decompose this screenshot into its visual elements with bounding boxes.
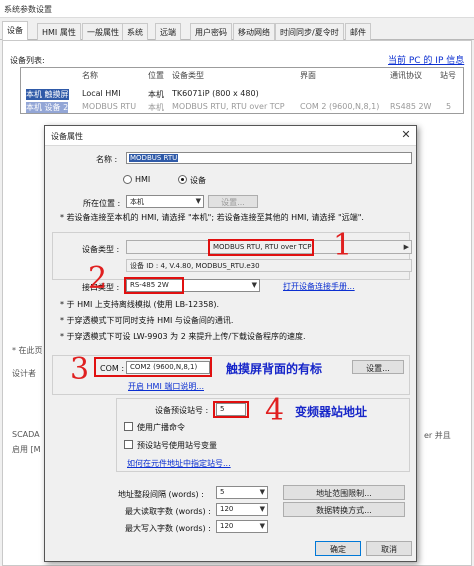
annotation-number-4: 4	[265, 393, 285, 428]
annotation-station-note: 变频器站地址	[295, 405, 368, 419]
tab-device[interactable]: 设备	[2, 21, 28, 41]
tab-time-sync[interactable]: 时间同步/夏令时	[275, 23, 344, 40]
header-device-type: 设备类型	[172, 71, 204, 80]
header-protocol: 通讯协议	[390, 71, 422, 80]
close-icon[interactable]: ✕	[398, 127, 414, 143]
window-titlebar: 系统参数设置	[0, 0, 474, 18]
broadcast-checkbox[interactable]	[124, 422, 133, 431]
location-settings-button[interactable]: 设置...	[208, 195, 258, 208]
radio-hmi-label: HMI	[135, 175, 151, 184]
dialog-title: 设备属性	[51, 132, 83, 141]
bg-enable: 启用 [M	[12, 445, 41, 454]
radio-device-label: 设备	[190, 176, 206, 185]
highlight-station	[213, 401, 249, 418]
row-name: Local HMI	[82, 89, 121, 98]
device-type-label: 设备类型 :	[82, 245, 120, 254]
highlight-device-type	[208, 239, 314, 256]
device-list-label: 设备列表:	[10, 56, 45, 65]
name-field[interactable]: MODBUS RTU	[126, 152, 412, 164]
window-title: 系统参数设置	[4, 5, 52, 14]
station-var-label: 预设站号使用站号变量	[137, 441, 217, 450]
tab-email[interactable]: 邮件	[345, 23, 371, 40]
highlight-com	[94, 357, 212, 377]
chevron-down-icon: ▼	[251, 281, 257, 289]
chevron-down-icon: ▼	[259, 488, 265, 496]
tab-password[interactable]: 用户密码	[190, 23, 232, 40]
com-settings-button[interactable]: 设置...	[352, 360, 404, 374]
tab-remote[interactable]: 远端	[155, 23, 181, 40]
broadcast-label: 使用广播命令	[137, 423, 185, 432]
chevron-down-icon: ▼	[195, 197, 201, 205]
port-manual-link[interactable]: 打开设备连接手册...	[283, 281, 355, 292]
annotation-number-2: 2	[88, 261, 108, 296]
station-label: 设备预设站号 :	[155, 406, 209, 415]
bg-designer: 设计者	[12, 369, 36, 378]
radio-device[interactable]	[178, 175, 187, 184]
station-help-link[interactable]: 如何在元件地址中指定站号...	[127, 458, 231, 469]
max-write-value: 120	[220, 522, 234, 530]
location-select[interactable]: 本机 ▼	[126, 195, 204, 208]
tab-hmi-props[interactable]: HMI 属性	[37, 23, 81, 40]
bg-er-and: er 并且	[424, 431, 451, 440]
max-read-value: 120	[220, 505, 234, 513]
location-note: * 若设备连接至本机的 HMI, 请选择 "本机"; 若设备连接至其他的 HMI…	[60, 213, 364, 222]
row-interface: COM 2 (9600,N,8,1)	[300, 102, 380, 111]
annotation-number-1: 1	[333, 228, 353, 263]
row-location: 本机	[148, 103, 164, 112]
row-name: MODBUS RTU	[82, 102, 137, 111]
annotation-com-note: 触摸屏背面的有标	[226, 362, 323, 376]
bg-hint: * 在此页	[12, 346, 43, 355]
ok-button[interactable]: 确定	[315, 541, 361, 556]
header-interface: 界面	[300, 71, 316, 80]
cancel-button[interactable]: 取消	[366, 541, 412, 556]
highlight-port-type	[124, 277, 184, 294]
tab-system[interactable]: 系统	[122, 23, 148, 40]
data-convert-button[interactable]: 数据转换方式...	[283, 502, 405, 517]
location-label: 所在位置 :	[83, 199, 121, 208]
addr-interval-select[interactable]: 5 ▼	[216, 486, 268, 499]
table-row[interactable]: 本机 设备 2 MODBUS RTU 本机 MODBUS RTU, RTU ov…	[26, 101, 462, 113]
addr-interval-label: 地址整段间隔 (words) :	[118, 490, 204, 499]
max-write-label: 最大写入字数 (words) :	[125, 524, 211, 533]
location-value: 本机	[130, 198, 144, 206]
bg-scada: SCADA	[12, 430, 40, 439]
radio-hmi[interactable]	[123, 175, 132, 184]
addr-range-button[interactable]: 地址范围限制...	[283, 485, 405, 500]
row-device-type: MODBUS RTU, RTU over TCP	[172, 102, 285, 111]
note-passthrough: * 于穿透模式下可同时支持 HMI 与设备间的通讯.	[60, 316, 234, 325]
max-read-label: 最大读取字数 (words) :	[125, 507, 211, 516]
max-read-select[interactable]: 120 ▼	[216, 503, 268, 516]
header-location: 位置	[148, 71, 164, 80]
note-lw9903: * 于穿透模式下可设 LW-9903 为 2 来提升上传/下载设备程序的速度.	[60, 332, 306, 341]
max-write-select[interactable]: 120 ▼	[216, 520, 268, 533]
device-id: 设备 ID : 4, V.4.80, MODBUS_RTU.e30	[130, 262, 260, 270]
note-offline: * 于 HMI 上支持离线模拟 (使用 LB-12358).	[60, 300, 220, 309]
addr-interval-value: 5	[220, 488, 225, 496]
row-id: 本机 触摸屏	[26, 89, 69, 100]
table-row[interactable]: 本机 触摸屏 Local HMI 本机 TK6071iP (800 x 480)	[26, 88, 462, 100]
row-station: 5	[446, 102, 452, 111]
device-id-field: 设备 ID : 4, V.4.80, MODBUS_RTU.e30	[126, 259, 412, 272]
row-device-type: TK6071iP (800 x 480)	[172, 89, 259, 98]
pc-ip-info-link[interactable]: 当前 PC 的 IP 信息	[388, 53, 464, 66]
row-protocol: RS485 2W	[390, 102, 432, 111]
tab-bar: 设备 HMI 属性 一般属性 系统 远端 用户密码 移动网络 时间同步/夏令时 …	[0, 20, 474, 41]
chevron-down-icon: ▼	[259, 505, 265, 513]
chevron-down-icon: ▼	[259, 522, 265, 530]
open-hmi-port-link[interactable]: 开启 HMI 端口说明...	[128, 381, 204, 392]
tab-general[interactable]: 一般属性	[82, 23, 124, 40]
row-location: 本机	[148, 90, 164, 99]
row-id: 本机 设备 2	[26, 102, 69, 113]
header-station: 站号	[440, 71, 456, 80]
chevron-right-icon: ▶	[403, 243, 409, 251]
header-name: 名称	[82, 71, 98, 80]
annotation-number-3: 3	[70, 352, 90, 387]
tab-mobile[interactable]: 移动网络	[233, 23, 275, 40]
name-value: MODBUS RTU	[129, 154, 179, 162]
station-var-checkbox[interactable]	[124, 440, 133, 449]
name-label: 名称 :	[96, 155, 118, 164]
dialog-titlebar: 设备属性	[45, 126, 416, 146]
